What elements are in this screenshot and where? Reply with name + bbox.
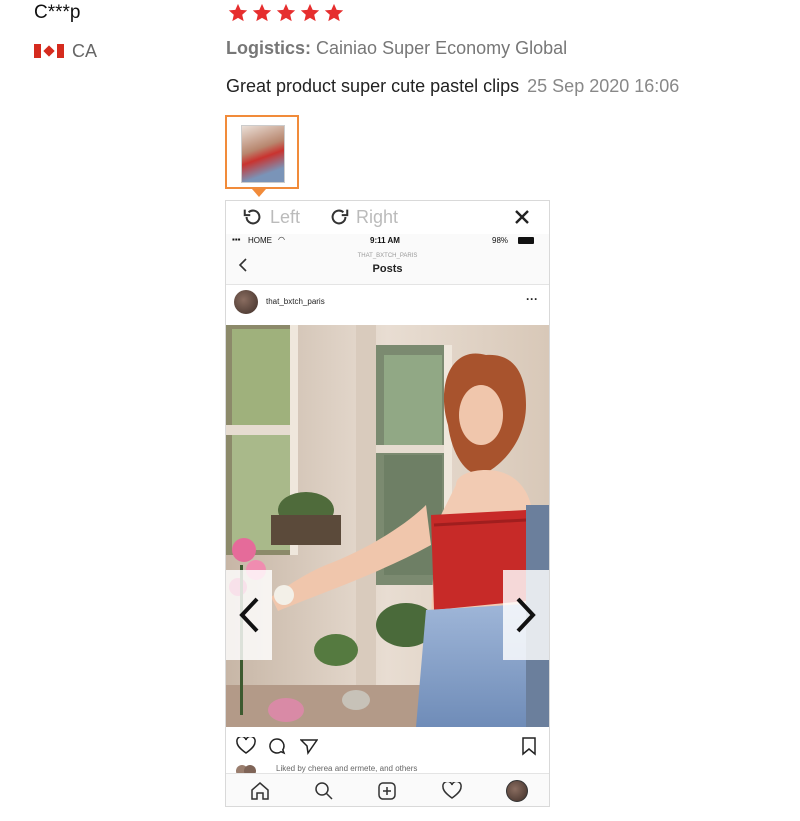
next-image-button[interactable] bbox=[503, 570, 549, 660]
star-icon bbox=[324, 3, 344, 22]
phone-tab-bar bbox=[226, 773, 549, 806]
screenshot-image: ▪▪▪ HOME ◠ 9:11 AM 98% THAT_BXTCH_PARIS … bbox=[226, 234, 549, 806]
profile-handle: THAT_BXTCH_PARIS bbox=[357, 253, 418, 259]
star-icon bbox=[276, 3, 296, 22]
thumbnail-pointer bbox=[252, 189, 266, 197]
post-header: that_bxtch_paris ··· bbox=[226, 285, 549, 325]
logistics-info: Logistics: Cainiao Super Economy Global bbox=[226, 38, 567, 59]
bookmark-icon bbox=[522, 737, 536, 756]
logistics-value: Cainiao Super Economy Global bbox=[316, 38, 568, 58]
home-icon bbox=[251, 782, 269, 800]
likes-row: Liked by cherea and ermete, and others bbox=[226, 765, 549, 773]
review-photo-thumbnail[interactable] bbox=[225, 115, 299, 189]
rotate-right-label: Right bbox=[356, 206, 399, 227]
review-text: Great product super cute pastel clips bbox=[226, 76, 520, 96]
avatar bbox=[234, 290, 258, 314]
signal-icon: ▪▪▪ bbox=[232, 235, 241, 244]
thumbnail-image bbox=[241, 125, 285, 183]
likes-text: Liked by cherea and ermete, and others bbox=[276, 765, 418, 773]
activity-heart-icon bbox=[442, 782, 462, 799]
heart-icon bbox=[236, 737, 256, 754]
logistics-label: Logistics: bbox=[226, 38, 312, 58]
phone-nav-bar: THAT_BXTCH_PARIS Posts bbox=[226, 248, 549, 285]
star-icon bbox=[228, 3, 248, 22]
profile-avatar-icon bbox=[506, 780, 528, 802]
post-username: that_bxtch_paris bbox=[266, 297, 325, 306]
previous-image-button[interactable] bbox=[226, 570, 272, 660]
share-icon bbox=[300, 739, 318, 755]
star-rating bbox=[227, 2, 345, 24]
phone-status-bar: ▪▪▪ HOME ◠ 9:11 AM 98% bbox=[226, 234, 549, 248]
review-date: 25 Sep 2020 16:06 bbox=[527, 76, 680, 96]
wifi-icon: ◠ bbox=[278, 235, 285, 244]
reviewer-name: C***p bbox=[34, 2, 81, 23]
rotate-right-icon bbox=[331, 209, 349, 225]
rotate-left-label: Left bbox=[270, 206, 301, 227]
liker-avatar bbox=[244, 765, 256, 773]
image-viewer: Left Right ▪▪▪ HOME ◠ 9:11 AM 98% THAT_B… bbox=[225, 200, 550, 807]
viewer-toolbar: Left Right bbox=[226, 201, 549, 234]
phone-time: 9:11 AM bbox=[370, 236, 400, 245]
canada-flag-icon bbox=[34, 44, 64, 58]
rotate-left-icon bbox=[243, 209, 261, 225]
post-photo bbox=[226, 325, 549, 727]
review-line: Great product super cute pastel clips 25 … bbox=[226, 76, 679, 97]
chevron-left-icon bbox=[239, 597, 259, 633]
chevron-right-icon bbox=[516, 597, 536, 633]
rotate-left-button[interactable]: Left bbox=[242, 203, 300, 231]
rotate-right-button[interactable]: Right bbox=[328, 203, 398, 231]
post-actions bbox=[226, 727, 549, 765]
add-post-icon bbox=[378, 782, 396, 800]
more-options-icon: ··· bbox=[526, 292, 538, 306]
comment-icon bbox=[269, 738, 286, 755]
search-icon bbox=[315, 782, 333, 800]
post-photo-scene bbox=[226, 325, 549, 727]
close-icon[interactable] bbox=[512, 207, 532, 227]
star-icon bbox=[300, 3, 320, 22]
reviewer-country: CA bbox=[72, 41, 98, 61]
screen-title: Posts bbox=[372, 263, 403, 275]
star-icon bbox=[252, 3, 272, 22]
battery-icon bbox=[518, 237, 534, 244]
carrier-label: HOME bbox=[248, 236, 272, 245]
battery-percent: 98% bbox=[492, 236, 509, 245]
